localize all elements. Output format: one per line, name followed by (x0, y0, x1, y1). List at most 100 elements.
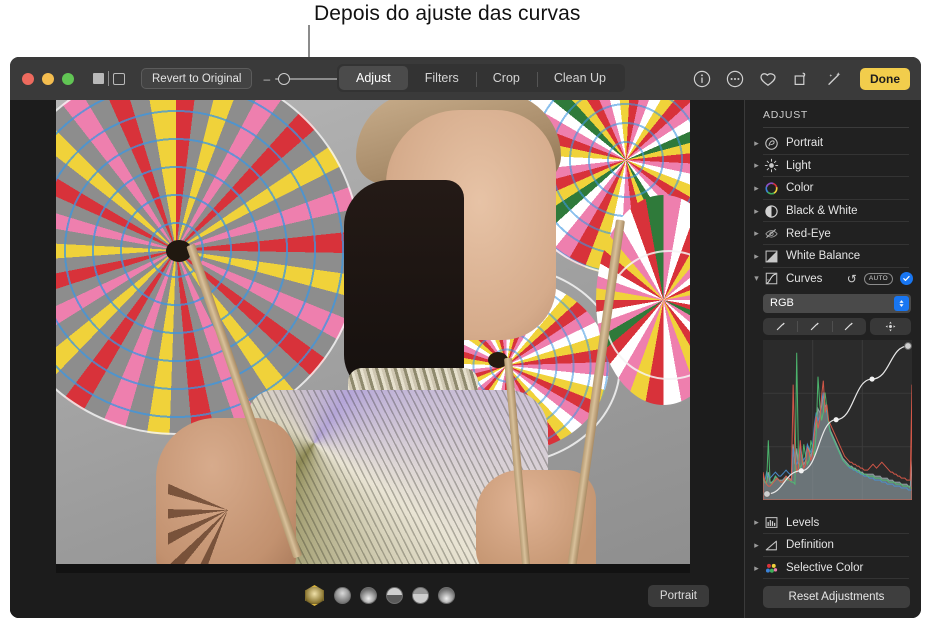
revert-to-original-button[interactable]: Revert to Original (141, 68, 253, 89)
sidebar-item-selective-color[interactable]: ▸ Selective Color (745, 557, 921, 580)
white-balance-icon (765, 250, 778, 263)
person-hair (344, 180, 464, 395)
sidebar-item-levels[interactable]: ▸ Levels (745, 512, 921, 535)
sidebar-item-red-eye[interactable]: ▸ Red-Eye (745, 222, 921, 245)
curves-channel-value: RGB (770, 297, 794, 310)
toolbar-right-actions: Done (693, 57, 910, 100)
sidebar-item-label: Curves (786, 272, 823, 285)
sidebar-item-curves[interactable]: ▾ Curves ↺ AUTO (745, 268, 921, 290)
favorite-heart-icon[interactable] (759, 70, 777, 88)
rotate-icon[interactable] (792, 70, 810, 88)
color-wheel-icon (765, 182, 778, 195)
window-controls (22, 72, 74, 85)
effect-thumb-studio[interactable] (360, 587, 377, 604)
contrast-circle-icon (765, 204, 778, 218)
curves-icon (765, 272, 778, 285)
curve-control-point[interactable] (869, 376, 875, 382)
add-curve-point-button[interactable] (870, 317, 911, 335)
sidebar-item-white-balance[interactable]: ▸ White Balance (745, 245, 921, 268)
chevron-right-icon[interactable]: ▸ (752, 540, 761, 551)
done-button[interactable]: Done (860, 67, 910, 90)
window-toolbar: Revert to Original – + Adjust Filters Cr… (10, 57, 921, 100)
curve-control-point[interactable] (798, 467, 804, 473)
adjust-sidebar: ADJUST ▸ Portrait ▸ Light ▸ Color ▸ Blac… (744, 100, 921, 618)
portrait-badge-button[interactable]: Portrait (647, 584, 709, 607)
eyedropper-icon (776, 322, 785, 330)
chevron-right-icon[interactable]: ▸ (752, 206, 761, 217)
divider (108, 71, 109, 86)
page-caption: Depois do ajuste das curvas (314, 2, 581, 25)
effect-thumb-contour[interactable] (386, 587, 403, 604)
chevron-updown-icon[interactable] (894, 295, 909, 311)
photo-bottom-bar (56, 564, 690, 573)
tab-crop[interactable]: Crop (475, 66, 537, 90)
view-mode-toggle[interactable] (93, 71, 125, 86)
effect-thumb-original[interactable] (305, 585, 324, 606)
chevron-right-icon[interactable]: ▸ (752, 183, 761, 194)
tab-clean-up[interactable]: Clean Up (536, 66, 623, 90)
zoom-slider-thumb[interactable] (278, 72, 291, 85)
chevron-right-icon[interactable]: ▸ (752, 517, 761, 528)
effect-thumb-natural[interactable] (334, 587, 351, 604)
sidebar-item-label: Red-Eye (786, 227, 831, 240)
more-options-icon[interactable] (726, 70, 744, 88)
sidebar-item-portrait[interactable]: ▸ Portrait (745, 132, 921, 155)
add-point-icon (885, 321, 896, 331)
curve-control-point[interactable] (833, 416, 839, 422)
zoom-out-label[interactable]: – (263, 73, 270, 85)
white-point-eyedropper[interactable] (831, 318, 866, 335)
row-divider (763, 578, 909, 580)
enhance-wand-icon[interactable] (825, 70, 843, 88)
curves-histogram[interactable] (763, 339, 912, 500)
curves-channel-select[interactable]: RGB (763, 293, 911, 313)
curves-enabled-checkbox[interactable] (900, 272, 913, 286)
selective-color-icon (765, 563, 778, 573)
outline-square-icon (113, 72, 125, 85)
edited-photo[interactable] (56, 100, 690, 573)
tab-filters[interactable]: Filters (408, 66, 476, 90)
editor-mode-tabs: Adjust Filters Crop Clean Up (337, 64, 625, 92)
chevron-right-icon[interactable]: ▸ (752, 251, 761, 262)
sidebar-item-label: Light (786, 159, 811, 172)
curves-graph[interactable] (763, 339, 912, 500)
minimize-button[interactable] (42, 72, 54, 85)
levels-icon (765, 517, 778, 529)
effects-filmstrip: Portrait (10, 573, 744, 618)
curves-reset-icon[interactable]: ↺ (847, 273, 857, 285)
chevron-right-icon[interactable]: ▸ (752, 138, 761, 149)
curve-control-point[interactable] (763, 489, 771, 498)
sidebar-item-color[interactable]: ▸ Color (745, 177, 921, 200)
curve-control-point[interactable] (904, 341, 912, 350)
gray-point-eyedropper[interactable] (797, 318, 831, 335)
sidebar-item-label: Portrait (786, 137, 824, 150)
maximize-button[interactable] (62, 72, 74, 85)
info-icon[interactable] (693, 70, 711, 88)
sidebar-item-label: Color (786, 182, 814, 195)
close-button[interactable] (22, 72, 34, 85)
effect-thumb-stage[interactable] (412, 587, 429, 604)
curves-tools (763, 317, 911, 335)
definition-icon (765, 540, 777, 551)
eye-slash-icon (765, 229, 778, 239)
chevron-down-icon[interactable]: ▾ (752, 273, 761, 284)
effect-thumbnails (304, 585, 455, 606)
sidebar-item-label: Definition (786, 539, 834, 552)
photos-editor-window: Revert to Original – + Adjust Filters Cr… (10, 57, 921, 618)
sidebar-title: ADJUST (763, 109, 809, 121)
tab-adjust[interactable]: Adjust (339, 66, 408, 90)
eyedropper-icon (845, 322, 854, 330)
zoom-slider-track[interactable] (275, 72, 344, 85)
effect-thumb-stage-mono[interactable] (438, 587, 455, 604)
black-point-eyedropper[interactable] (763, 318, 797, 335)
histogram-channels (763, 352, 912, 500)
chevron-right-icon[interactable]: ▸ (752, 563, 761, 574)
sidebar-item-black-and-white[interactable]: ▸ Black & White (745, 200, 921, 223)
sidebar-item-light[interactable]: ▸ Light (745, 155, 921, 178)
chevron-right-icon[interactable]: ▸ (752, 228, 761, 239)
reset-adjustments-button[interactable]: Reset Adjustments (763, 586, 910, 608)
sidebar-item-definition[interactable]: ▸ Definition (745, 534, 921, 557)
curves-auto-button[interactable]: AUTO (863, 272, 893, 285)
chevron-right-icon[interactable]: ▸ (752, 160, 761, 171)
eyedropper-group (763, 317, 866, 335)
stepper-arrows-icon (899, 299, 904, 307)
